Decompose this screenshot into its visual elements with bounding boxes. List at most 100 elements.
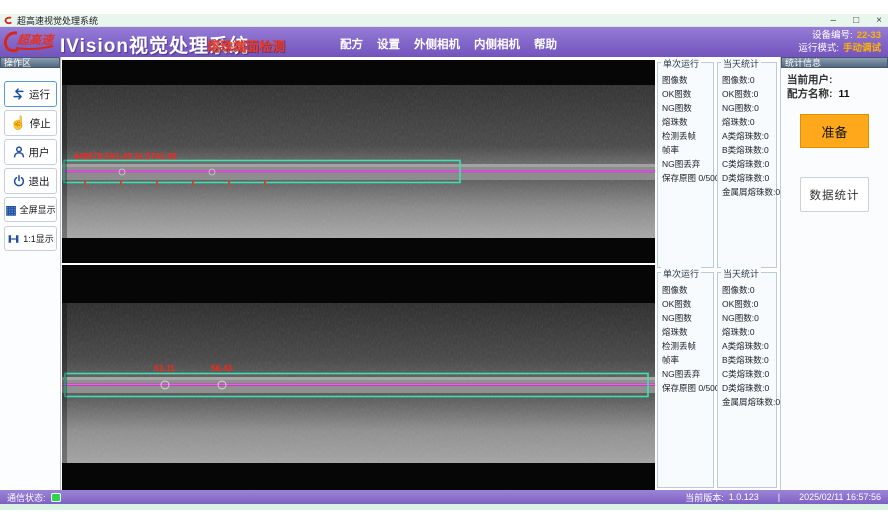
stat-row: OK图数 xyxy=(662,297,713,311)
camera-view-top: 448579.5X1.49 31.5741.49 xyxy=(62,60,655,263)
stat-row: NG图丢弃 xyxy=(662,367,713,381)
stat-row: 金属屑熔珠数:0 xyxy=(722,395,776,409)
stat-row: 保存原图 0/500 xyxy=(662,381,713,395)
recipe-name-line: 配方名称:11 xyxy=(787,86,850,101)
window-titlebar: 超高速视觉处理系统 – □ × xyxy=(0,14,888,27)
data-statistics-button[interactable]: 数据统计 xyxy=(800,177,869,212)
today-stats-title: 当天统计 xyxy=(721,267,761,280)
hand-icon: ☝ xyxy=(10,115,26,131)
comm-status-label: 通信状态: xyxy=(7,491,46,504)
stat-row: NG图丢弃 xyxy=(662,157,713,171)
measurement-label-1: 53.11 xyxy=(154,363,175,373)
version-label: 当前版本: xyxy=(685,491,724,504)
device-number-value: 22-33 xyxy=(857,29,881,42)
app-logo-icon xyxy=(4,16,13,25)
datetime-value: 2025/02/11 16:57:56 xyxy=(799,492,881,502)
menu-outer-camera[interactable]: 外侧相机 xyxy=(414,36,460,52)
stop-button[interactable]: ☝ 停止 xyxy=(4,110,57,136)
run-mode-value: 手动调试 xyxy=(843,42,881,55)
single-run-stats-top: 单次运行 图像数 OK图数 NG图数 熔珠数 检测丢帧 帧率 NG图丢弃 保存原… xyxy=(657,62,714,268)
run-button[interactable]: 运行 xyxy=(4,81,57,107)
stat-row: D类熔珠数:0 xyxy=(722,171,776,185)
stat-row: 熔珠数:0 xyxy=(722,115,776,129)
statistics-info-panel: 统计信息 当前用户: 配方名称:11 准备 数据统计 xyxy=(780,57,888,490)
camera-image-bottom: 53.11 56.43 xyxy=(62,265,655,490)
run-button-label: 运行 xyxy=(29,87,50,102)
stat-row: 图像数:0 xyxy=(722,73,776,87)
stat-row: OK图数:0 xyxy=(722,87,776,101)
bottom-accent-strip xyxy=(0,504,888,510)
stat-row: 帧率 xyxy=(662,353,713,367)
status-bar: 通信状态: 当前版本: 1.0.123 | 2025/02/11 16:57:5… xyxy=(0,490,888,504)
status-separator: | xyxy=(778,492,780,502)
user-icon xyxy=(12,145,26,159)
app-subtitle: 熔珠端面检测 xyxy=(207,36,285,55)
today-stats-title: 当天统计 xyxy=(721,57,761,70)
run-loop-icon xyxy=(11,87,26,101)
stat-row: 保存原图 0/500 xyxy=(662,171,713,185)
stat-row: A类熔珠数:0 xyxy=(722,339,776,353)
menu-help[interactable]: 帮助 xyxy=(534,36,557,52)
exit-button-label: 退出 xyxy=(29,174,50,189)
info-panel-header: 统计信息 xyxy=(781,57,888,68)
device-number-label: 设备编号: xyxy=(812,29,853,42)
user-button-label: 用户 xyxy=(29,145,50,160)
stat-row: 图像数 xyxy=(662,73,713,87)
run-mode-label: 运行模式: xyxy=(798,42,839,55)
fullscreen-button-label: 全屏显示 xyxy=(20,203,56,216)
stat-row: B类熔珠数:0 xyxy=(722,143,776,157)
fullscreen-button[interactable]: ▦ 全屏显示 xyxy=(4,197,57,222)
camera-image-top: 448579.5X1.49 31.5741.49 xyxy=(62,60,655,263)
app-header: 超高速 IVision视觉处理系统 熔珠端面检测 配方 设置 外侧相机 内侧相机… xyxy=(0,27,888,57)
camera-view-bottom: 53.11 56.43 xyxy=(62,265,655,490)
stat-row: NG图数:0 xyxy=(722,311,776,325)
menu-inner-camera[interactable]: 内侧相机 xyxy=(474,36,520,52)
today-stats-bottom: 当天统计 图像数:0 OK图数:0 NG图数:0 熔珠数:0 A类熔珠数:0 B… xyxy=(717,272,777,488)
stat-row: 熔珠数 xyxy=(662,325,713,339)
single-run-title: 单次运行 xyxy=(661,57,701,70)
stat-row: C类熔珠数:0 xyxy=(722,367,776,381)
stat-row: NG图数 xyxy=(662,311,713,325)
window-title: 超高速视觉处理系统 xyxy=(17,14,98,27)
stat-row: 熔珠数:0 xyxy=(722,325,776,339)
brand-logo: 超高速 xyxy=(3,29,59,55)
single-run-stats-bottom: 单次运行 图像数 OK图数 NG图数 熔珠数 检测丢帧 帧率 NG图丢弃 保存原… xyxy=(657,272,714,488)
grid-icon: ▦ xyxy=(5,203,16,217)
prepare-button[interactable]: 准备 xyxy=(800,114,869,148)
maximize-icon[interactable]: □ xyxy=(853,14,859,27)
one-to-one-button[interactable]: 1:1显示 xyxy=(4,226,57,251)
sidebar-header: 操作区 xyxy=(0,57,60,68)
close-icon[interactable]: × xyxy=(876,14,882,27)
stat-row: C类熔珠数:0 xyxy=(722,157,776,171)
stat-row: 熔珠数 xyxy=(662,115,713,129)
stat-row: 图像数 xyxy=(662,283,713,297)
stat-row: 图像数:0 xyxy=(722,283,776,297)
one-to-one-icon xyxy=(7,233,20,245)
stat-row: B类熔珠数:0 xyxy=(722,353,776,367)
stat-row: 帧率 xyxy=(662,143,713,157)
menu-settings[interactable]: 设置 xyxy=(377,36,400,52)
comm-status-indicator xyxy=(51,493,61,502)
stat-row: A类熔珠数:0 xyxy=(722,129,776,143)
stat-row: NG图数 xyxy=(662,101,713,115)
single-run-title: 单次运行 xyxy=(661,267,701,280)
stat-row: OK图数 xyxy=(662,87,713,101)
stat-row: NG图数:0 xyxy=(722,101,776,115)
stop-button-label: 停止 xyxy=(30,116,51,131)
stat-row: OK图数:0 xyxy=(722,297,776,311)
today-stats-top: 当天统计 图像数:0 OK图数:0 NG图数:0 熔珠数:0 A类熔珠数:0 B… xyxy=(717,62,777,268)
recipe-name-value: 11 xyxy=(839,88,850,100)
version-value: 1.0.123 xyxy=(729,492,759,502)
main-menu: 配方 设置 外侧相机 内侧相机 帮助 xyxy=(340,36,557,52)
user-button[interactable]: 用户 xyxy=(4,139,57,165)
menu-recipe[interactable]: 配方 xyxy=(340,36,363,52)
exit-button[interactable]: 退出 xyxy=(4,168,57,194)
device-info: 设备编号: 22-33 运行模式: 手动调试 xyxy=(798,29,881,55)
measurement-annotation-top: 448579.5X1.49 31.5741.49 xyxy=(74,151,177,161)
current-user-label: 当前用户: xyxy=(787,72,833,87)
one-to-one-button-label: 1:1显示 xyxy=(23,232,54,245)
stat-row: D类熔珠数:0 xyxy=(722,381,776,395)
power-icon xyxy=(12,174,26,188)
screen: 超高速视觉处理系统 – □ × 超高速 IVision视觉处理系统 熔珠端面检测… xyxy=(0,0,888,522)
minimize-icon[interactable]: – xyxy=(831,14,837,27)
